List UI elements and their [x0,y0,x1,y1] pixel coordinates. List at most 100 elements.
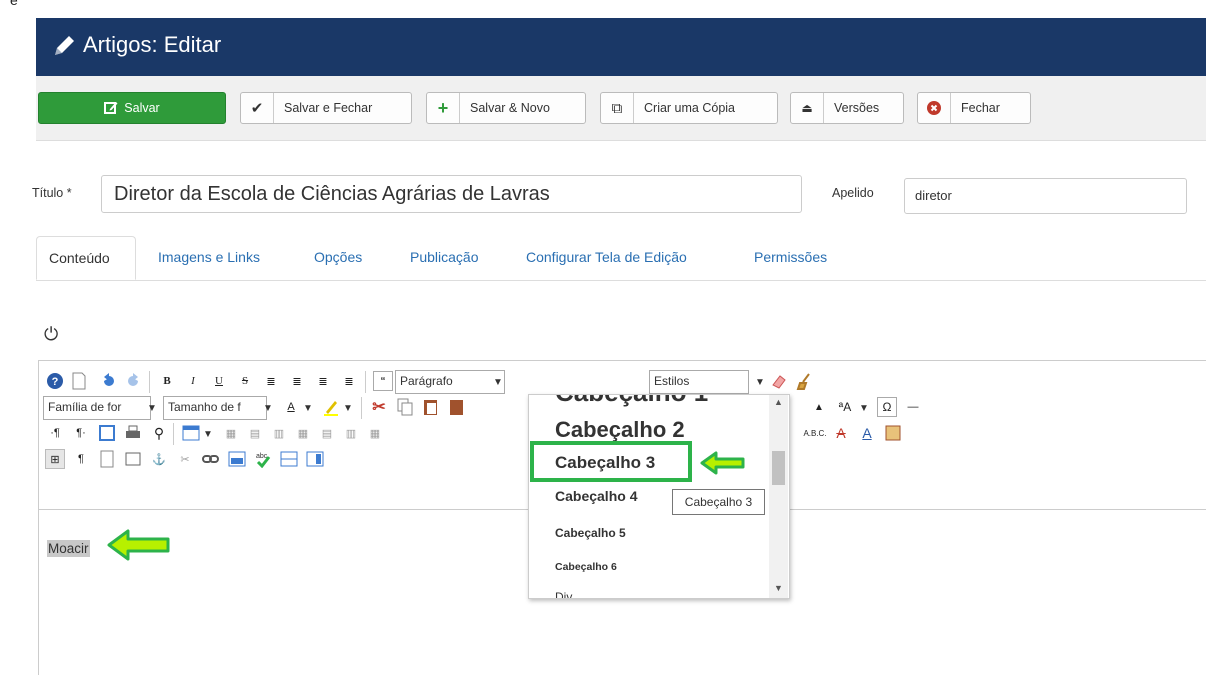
scroll-down-icon[interactable]: ▼ [774,583,783,593]
chevron-down-icon[interactable]: ▼ [341,396,355,420]
font-color-icon[interactable]: A [857,423,877,443]
table-col-icon[interactable]: ▥ [269,423,289,443]
chevron-down-icon[interactable]: ▼ [857,396,871,420]
title-label: Título * [32,186,72,200]
table-cell-icon[interactable]: ▦ [365,423,385,443]
styles-select[interactable]: Estilos [649,370,749,394]
page-break-icon[interactable] [97,449,117,469]
table-merge-icon[interactable]: ▤ [317,423,337,443]
unlink-icon[interactable]: ✂ [175,449,195,469]
link-icon[interactable] [201,449,221,469]
align-justify-icon[interactable]: ≣ [339,371,359,391]
toolbar-item[interactable]: ▲ [809,397,829,417]
print-icon[interactable] [123,423,143,443]
dropdown-item-h2[interactable]: Cabeçalho 2 [555,417,685,443]
cropped-top-text: e [0,0,1206,18]
highlight-color-icon[interactable] [321,397,341,417]
save-close-button[interactable]: ✔ Salvar e Fechar [240,92,412,124]
action-toolbar: Salvar ✔ Salvar e Fechar + Salvar & Novo… [36,76,1206,141]
plus-icon: + [427,93,460,123]
dropdown-item-h1[interactable]: Cabeçalho 1 [555,395,708,408]
align-left-icon[interactable]: ≣ [261,371,281,391]
tab-conteudo[interactable]: Conteúdo [36,236,136,280]
anchor-icon[interactable]: ⚓ [149,449,169,469]
chevron-down-icon[interactable]: ▼ [491,370,505,394]
redo-icon[interactable] [123,371,143,391]
tab-imagens-links[interactable]: Imagens e Links [158,236,260,280]
eraser-icon[interactable] [769,371,789,391]
visual-aid-icon[interactable]: ⊞ [45,449,65,469]
align-right-icon[interactable]: ≣ [313,371,333,391]
dropdown-item-h5[interactable]: Cabeçalho 5 [555,526,626,540]
font-family-select[interactable]: Família de for [43,396,151,420]
close-button[interactable]: Fechar [917,92,1031,124]
layer-icon[interactable] [123,449,143,469]
undo-icon[interactable] [99,371,119,391]
template-icon[interactable] [883,423,903,443]
svg-text:?: ? [52,376,59,388]
italic-icon[interactable]: I [183,371,203,391]
page-title: Artigos: Editar [83,32,222,57]
image-icon[interactable] [227,449,247,469]
tooltip: Cabeçalho 3 [672,489,765,515]
copy-text-icon[interactable] [395,397,415,417]
ltr-icon[interactable]: ·¶ [45,423,65,443]
edit-icon [104,102,118,114]
format-select[interactable]: Parágrafo [395,370,505,394]
fullscreen-icon[interactable] [97,423,117,443]
dropdown-item-h6[interactable]: Cabeçalho 6 [555,561,617,573]
tab-permissoes[interactable]: Permissões [754,236,827,280]
cleanup-icon[interactable] [795,371,815,391]
versions-button[interactable]: ⏏ Versões [790,92,904,124]
paste-text-icon[interactable] [447,397,467,417]
readmore-icon[interactable] [305,449,325,469]
spellcheck-text-icon[interactable]: A.B.C. [803,423,826,443]
dropdown-item-h4[interactable]: Cabeçalho 4 [555,488,637,504]
rtl-icon[interactable]: ¶· [71,423,91,443]
show-blocks-icon[interactable]: ¶ [71,449,91,469]
alias-field[interactable]: diretor [904,178,1187,214]
font-size-select[interactable]: Tamanho de f [163,396,267,420]
underline-icon[interactable]: U [209,371,229,391]
find-icon[interactable]: ⚲ [149,423,169,443]
title-field[interactable]: Diretor da Escola de Ciências Agrárias d… [101,175,802,213]
remove-format-icon[interactable]: A [831,423,851,443]
scroll-up-icon[interactable]: ▲ [774,397,783,407]
font-size-adjust-icon[interactable]: ªA [835,397,855,417]
save-new-button[interactable]: + Salvar & Novo [426,92,586,124]
special-character-icon[interactable]: Ω [877,397,897,417]
horizontal-rule-icon[interactable]: — [903,397,923,417]
table-split-icon[interactable]: ▥ [341,423,361,443]
page-header: Artigos: Editar [36,18,1206,76]
selected-text[interactable]: Moacir [47,540,90,557]
media-icon[interactable] [279,449,299,469]
chevron-down-icon[interactable]: ▼ [201,422,215,446]
chevron-down-icon[interactable]: ▼ [261,396,275,420]
dropdown-scrollbar[interactable]: ▲ ▼ [769,395,788,598]
tab-configurar-tela[interactable]: Configurar Tela de Edição [526,236,687,280]
table-row-icon[interactable]: ▤ [245,423,265,443]
scrollbar-thumb[interactable] [772,451,785,485]
strikethrough-icon[interactable]: S [235,371,255,391]
chevron-down-icon[interactable]: ▼ [753,370,767,394]
paste-icon[interactable] [421,397,441,417]
text-color-icon[interactable]: A [281,397,301,417]
power-icon[interactable]: ⏻ [44,324,58,345]
table-insert-icon[interactable]: ▦ [293,423,313,443]
table-delete-icon[interactable]: ▦ [221,423,241,443]
save-button[interactable]: Salvar [38,92,226,124]
spellcheck-icon[interactable]: abc [253,449,273,469]
tab-opcoes[interactable]: Opções [314,236,362,280]
align-center-icon[interactable]: ≣ [287,371,307,391]
help-icon[interactable]: ? [45,371,65,391]
blockquote-icon[interactable]: “ [373,371,393,391]
bold-icon[interactable]: B [157,371,177,391]
chevron-down-icon[interactable]: ▼ [145,396,159,420]
dropdown-item-div[interactable]: Div [555,590,572,598]
chevron-down-icon[interactable]: ▼ [301,396,315,420]
new-document-icon[interactable] [69,371,89,391]
table-icon[interactable] [181,423,201,443]
tab-publicacao[interactable]: Publicação [410,236,479,280]
copy-button[interactable]: ⧉ Criar uma Cópia [600,92,778,124]
cut-icon[interactable]: ✂ [369,397,389,417]
